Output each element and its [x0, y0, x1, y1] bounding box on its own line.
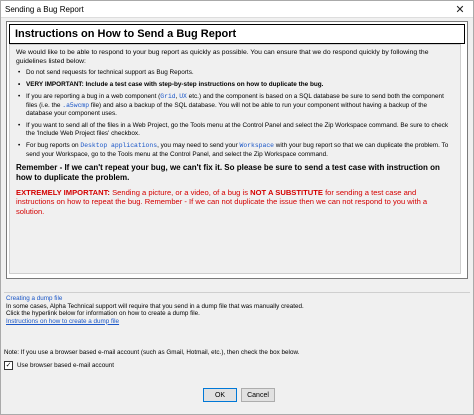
instructions-panel[interactable]: Instructions on How to Send a Bug Report… — [6, 21, 468, 279]
list-item: For bug reports on Desktop applications,… — [16, 142, 454, 158]
email-note: Note: If you use a browser based e-mail … — [4, 349, 300, 356]
dump-line-2: Click the hyperlink below for informatio… — [6, 310, 200, 318]
window-title: Sending a Bug Report — [5, 4, 84, 14]
list-item: If you want to send all of the files in … — [16, 122, 454, 138]
close-icon[interactable]: ✕ — [447, 1, 473, 17]
list-item: VERY IMPORTANT: Include a test case with… — [16, 81, 454, 89]
instructions-heading: Instructions on How to Send a Bug Report — [9, 24, 465, 44]
text-span: For bug reports on — [26, 142, 81, 150]
text-span: Sending a picture, or a video, of a bug … — [109, 187, 251, 197]
instructions-body: We would like to be able to respond to y… — [9, 44, 461, 274]
text-span: If you are reporting a bug in a web comp… — [26, 93, 161, 101]
browser-email-checkbox-label[interactable]: Use browser based e-mail account — [17, 362, 114, 369]
dump-line-1: In some cases, Alpha Technical support w… — [6, 302, 304, 310]
code-workspace: Workspace — [239, 142, 274, 150]
list-item: Do not send requests for technical suppo… — [16, 69, 454, 77]
code-desktop-applications: Desktop applications — [80, 142, 158, 150]
extreme-label: EXTREMELY IMPORTANT: — [16, 187, 110, 197]
remember-text: Remember - If we can't repeat your bug, … — [16, 162, 440, 182]
list-item: If you are reporting a bug in a web comp… — [16, 93, 454, 118]
text-span: , you may need to send your — [157, 142, 240, 150]
ok-button[interactable]: OK — [203, 388, 237, 402]
dump-instructions-link[interactable]: Instructions on how to create a dump fil… — [6, 318, 119, 325]
extremely-important-text: EXTREMELY IMPORTANT: Sending a picture, … — [16, 188, 454, 217]
code-a5wcmp: .a5wcmp — [62, 101, 90, 109]
cancel-button[interactable]: Cancel — [241, 388, 275, 402]
code-ux: UX — [179, 93, 187, 101]
bug-report-dialog: Sending a Bug Report ✕ Instructions on H… — [0, 0, 474, 415]
code-grid: Grid — [160, 93, 176, 101]
title-bar: Sending a Bug Report ✕ — [1, 1, 473, 18]
browser-email-checkbox-row[interactable]: ✓ Use browser based e-mail account — [4, 361, 114, 370]
guidelines-list: Do not send requests for technical suppo… — [16, 69, 454, 159]
extreme-strong: NOT A SUBSTITUTE — [250, 187, 323, 197]
dump-file-section: Creating a dump file In some cases, Alph… — [4, 292, 470, 336]
intro-text: We would like to be able to respond to y… — [16, 49, 429, 65]
browser-email-checkbox[interactable]: ✓ — [4, 361, 13, 370]
dump-section-label: Creating a dump file — [6, 295, 63, 302]
